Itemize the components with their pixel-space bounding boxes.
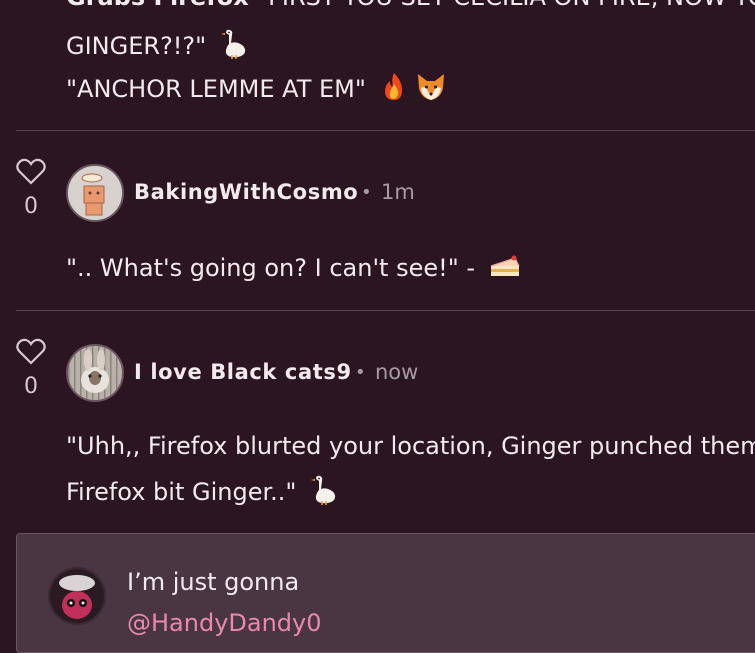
previous-comment-line-2-text: GINGER?!?"	[66, 32, 207, 60]
avatar[interactable]	[66, 344, 124, 402]
comment-divider	[16, 130, 755, 131]
like-count: 0	[24, 374, 38, 399]
comment-text: ".. What's going on? I can't see!" -	[66, 252, 521, 286]
reply-text: I’m just gonna	[127, 568, 300, 596]
goose-icon	[310, 475, 338, 511]
separator-dot: •	[355, 362, 366, 383]
comment-text-line-2: Firefox bit Ginger.."	[66, 475, 338, 511]
username[interactable]: I love Black cats9	[134, 360, 352, 384]
previous-comment-line-2: GINGER?!?"	[66, 29, 248, 65]
cake-icon	[489, 252, 521, 286]
comment-text-line-2-content: Firefox bit Ginger.."	[66, 478, 297, 506]
comment-text-content: ".. What's going on? I can't see!" -	[66, 254, 476, 282]
heart-icon[interactable]	[16, 338, 46, 366]
previous-comment-rest: "FIRST YOU SET CECILIA ON FIRE, NOW YOU	[257, 0, 755, 11]
goose-icon	[220, 29, 248, 65]
avatar[interactable]	[66, 164, 124, 222]
reply-box[interactable]: I’m just gonna @HandyDandy0	[16, 533, 755, 653]
mention-link[interactable]: @HandyDandy0	[127, 609, 322, 637]
previous-comment-line-3: "ANCHOR LEMME AT EM"	[66, 72, 447, 108]
avatar[interactable]	[48, 567, 106, 625]
comment-divider	[16, 310, 755, 311]
username[interactable]: BakingWithCosmo	[134, 180, 358, 204]
previous-comment-bold: Grabs Firefox	[66, 0, 249, 11]
like-count: 0	[24, 194, 38, 219]
fire-icon	[380, 72, 408, 108]
fox-icon	[415, 72, 447, 108]
timestamp: now	[375, 360, 419, 384]
previous-comment-line-3-text: "ANCHOR LEMME AT EM"	[66, 75, 366, 103]
heart-icon[interactable]	[16, 158, 46, 186]
timestamp: 1m	[381, 180, 415, 204]
separator-dot: •	[361, 182, 372, 203]
previous-comment-line-1: Grabs Firefox "FIRST YOU SET CECILIA ON …	[66, 0, 755, 11]
comment-text-line-1: "Uhh,, Firefox blurted your location, Gi…	[66, 432, 755, 460]
